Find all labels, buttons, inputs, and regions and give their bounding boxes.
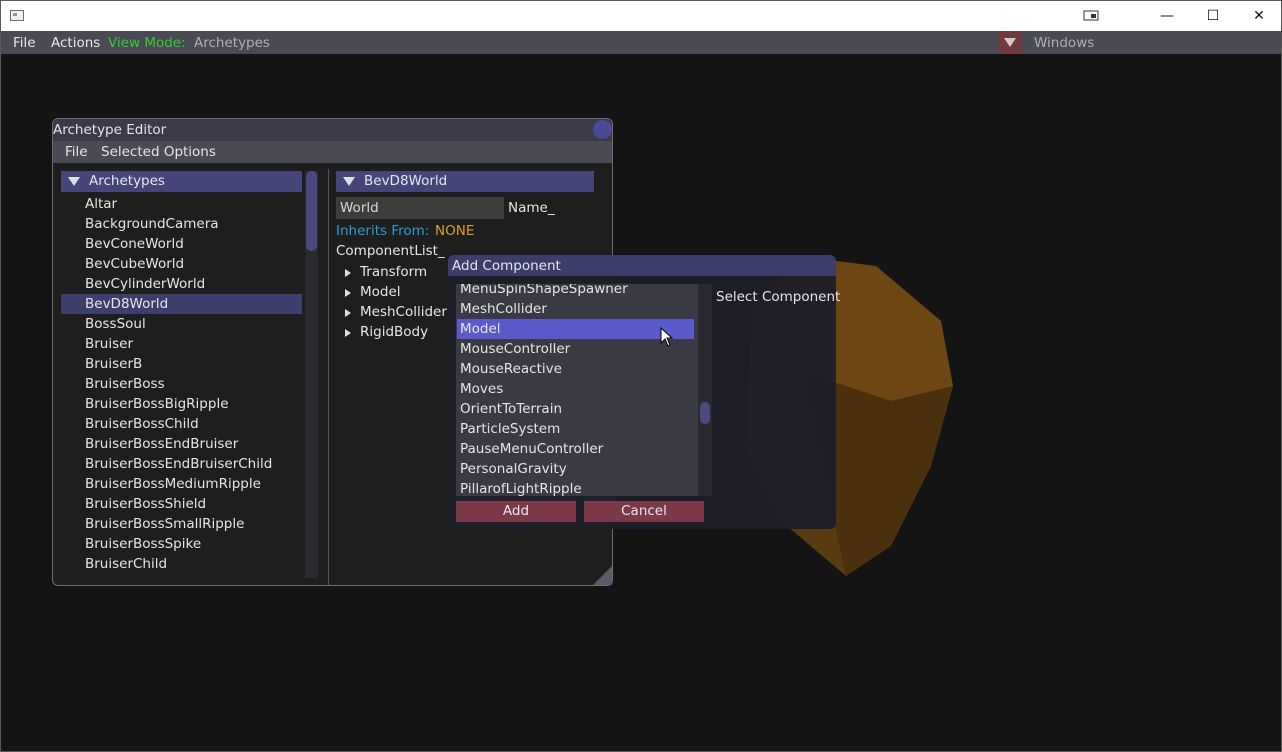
add-component-titlebar[interactable]: Add Component [448,255,836,276]
archetype-editor-menubar: File Selected Options [53,141,612,163]
maximize-button[interactable]: ☐ [1190,1,1236,31]
add-component-dialog: Add Component MenuSpinShapeSpawner MeshCo… [448,255,840,529]
name-input-value: World [340,200,379,216]
component-choice-item[interactable]: PillarofLightRipple [457,479,694,496]
archetype-list-item[interactable]: BruiserBossEndBruiser [61,434,302,454]
collapsed-arrow-icon [345,289,351,297]
minimize-button[interactable]: — [1144,1,1190,31]
archetype-list-item[interactable]: BevCubeWorld [61,254,302,274]
component-list-label: ComponentList_ [336,243,445,259]
archetypes-header[interactable]: Archetypes [61,171,302,192]
name-input[interactable]: World [336,197,504,219]
archetype-list-item[interactable]: BevD8World [61,294,302,314]
archetype-editor-title: Archetype Editor [53,122,167,138]
menu-actions[interactable]: Actions [51,35,100,51]
component-tree-label: MeshCollider [360,304,447,320]
add-component-title: Add Component [452,258,561,274]
component-choice-item[interactable]: Moves [457,379,694,399]
archetype-list-item[interactable]: BevCylinderWorld [61,274,302,294]
archetype-list-item[interactable]: BruiserChild [61,554,302,574]
component-tree-label: RigidBody [360,324,429,340]
expanded-arrow-icon [68,177,80,186]
component-choice-item[interactable]: PersonalGravity [457,459,694,479]
archetype-list-item[interactable]: BruiserBossSmallRipple [61,514,302,534]
view-mode-label: View Mode: [108,35,186,51]
cancel-button[interactable]: Cancel [584,501,704,522]
name-label: Name_ [508,200,555,216]
archetype-list-item[interactable]: BruiserBossEndBruiserChild [61,454,302,474]
component-choice-item[interactable]: Model [457,319,694,339]
inherits-from-value[interactable]: NONE [435,223,474,239]
component-choice-list[interactable]: MenuSpinShapeSpawner MeshCollider Model Mou… [456,284,712,496]
app-icon [10,10,24,21]
archetype-list-scrollbar[interactable] [305,171,318,578]
main-menubar: File Actions View Mode: Archetypes Windo… [1,31,1281,54]
archetype-list-item[interactable]: Altar [61,194,302,214]
resize-grip-icon[interactable] [593,566,612,585]
component-tree-label: Model [360,284,401,300]
component-tree-label: Transform [360,264,428,280]
archetype-list-item[interactable]: BruiserBossMediumRipple [61,474,302,494]
collapsed-arrow-icon [345,309,351,317]
menu-file[interactable]: File [13,35,36,51]
archetype-editor-titlebar[interactable]: Archetype Editor [53,119,612,141]
component-choice-item[interactable]: OrientToTerrain [457,399,694,419]
archetype-list-item[interactable]: BossSoul [61,314,302,334]
archetype-list-item[interactable]: BruiserBossBigRipple [61,394,302,414]
panel-divider[interactable] [328,169,329,585]
archetype-list-item[interactable]: BackgroundCamera [61,214,302,234]
component-choice-item[interactable]: PauseMenuController [457,439,694,459]
archetype-list-item[interactable]: BruiserBoss [61,374,302,394]
collapsed-arrow-icon [345,269,351,277]
component-choice-item[interactable]: MouseController [457,339,694,359]
archetype-list-item[interactable]: BruiserBossSpike [61,534,302,554]
editor-menu-file[interactable]: File [65,144,88,160]
component-choice-item[interactable]: ParticleSystem [457,419,694,439]
component-choice-scrollbar[interactable] [698,284,712,496]
component-choice-scrollbar-thumb[interactable] [700,402,710,424]
component-choice-item[interactable]: MenuSpinShapeSpawner [457,284,694,299]
archetype-list-scrollbar-thumb[interactable] [306,171,317,251]
archetype-list-item[interactable]: BruiserBossShield [61,494,302,514]
archetype-list-item[interactable]: BruiserBossChild [61,414,302,434]
collapsed-arrow-icon [345,329,351,337]
mouse-cursor-icon [660,327,674,347]
inherits-from-label: Inherits From: [336,223,430,239]
expanded-arrow-icon [343,177,355,186]
editor-menu-selected-options[interactable]: Selected Options [101,144,216,160]
add-button[interactable]: Add [456,501,576,522]
archetype-list-item[interactable]: Bruiser [61,334,302,354]
detail-header-label: BevD8World [364,173,448,189]
display-icon[interactable] [1068,1,1114,31]
menu-windows[interactable]: Windows [1034,35,1094,51]
select-component-hint: Select Component [716,289,841,305]
collapse-icon[interactable] [593,120,612,139]
application-window: — ☐ ✕ File Actions View Mode: Archetypes… [0,0,1282,752]
view-mode-value[interactable]: Archetypes [194,35,270,51]
archetype-list-item[interactable]: BevConeWorld [61,234,302,254]
component-choice-item[interactable]: MouseReactive [457,359,694,379]
close-button[interactable]: ✕ [1236,1,1282,31]
windows-dropdown-arrow-icon[interactable] [998,31,1022,54]
window-titlebar: — ☐ ✕ [1,1,1281,31]
archetype-list-item[interactable]: BruiserB [61,354,302,374]
detail-header[interactable]: BevD8World [336,171,594,192]
component-choice-item[interactable]: MeshCollider [457,299,694,319]
archetypes-header-label: Archetypes [89,173,165,189]
